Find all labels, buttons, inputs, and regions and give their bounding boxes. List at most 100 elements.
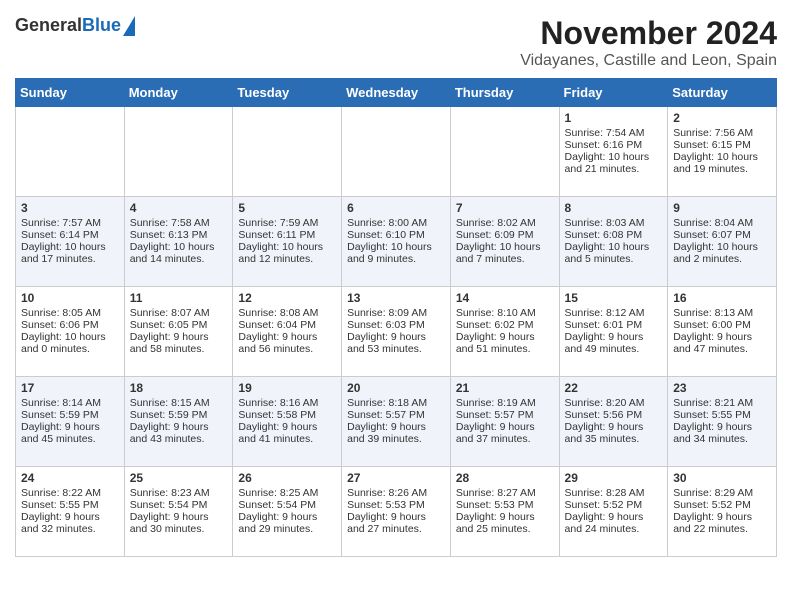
day-number: 28 (456, 471, 554, 485)
calendar-cell (233, 107, 342, 197)
calendar-cell: 14Sunrise: 8:10 AMSunset: 6:02 PMDayligh… (450, 287, 559, 377)
sunset-text: Sunset: 6:07 PM (673, 229, 771, 241)
day-number: 12 (238, 291, 336, 305)
sunrise-text: Sunrise: 8:07 AM (130, 307, 228, 319)
sunrise-text: Sunrise: 8:10 AM (456, 307, 554, 319)
calendar-cell: 17Sunrise: 8:14 AMSunset: 5:59 PMDayligh… (16, 377, 125, 467)
calendar-week-5: 24Sunrise: 8:22 AMSunset: 5:55 PMDayligh… (16, 467, 777, 557)
col-tuesday: Tuesday (233, 79, 342, 107)
calendar-cell: 11 Sunrise: 8:07 AMSunset: 6:05 PMDayligh… (124, 287, 233, 377)
daylight-text: Daylight: 10 hours and 2 minutes. (673, 241, 771, 265)
sunset-text: Sunset: 5:53 PM (347, 499, 445, 511)
daylight-text: Daylight: 10 hours and 14 minutes. (130, 241, 228, 265)
sunrise-text: Sunrise: 8:05 AM (21, 307, 119, 319)
sunrise-text: Sunrise: 7:59 AM (238, 217, 336, 229)
day-number: 21 (456, 381, 554, 395)
calendar-cell (450, 107, 559, 197)
calendar-cell: 24Sunrise: 8:22 AMSunset: 5:55 PMDayligh… (16, 467, 125, 557)
day-number: 30 (673, 471, 771, 485)
page-header: GeneralBlue November 2024 Vidayanes, Cas… (15, 15, 777, 70)
sunrise-text: Sunrise: 8:23 AM (130, 487, 228, 499)
calendar-cell: 20Sunrise: 8:18 AMSunset: 5:57 PMDayligh… (342, 377, 451, 467)
sunset-text: Sunset: 5:59 PM (21, 409, 119, 421)
logo-triangle-icon (123, 16, 135, 36)
logo-general: General (15, 15, 82, 35)
daylight-text: Daylight: 9 hours and 37 minutes. (456, 421, 554, 445)
sunrise-text: Sunrise: 8:08 AM (238, 307, 336, 319)
day-number: 5 (238, 201, 336, 215)
sunset-text: Sunset: 5:57 PM (347, 409, 445, 421)
sunset-text: Sunset: 5:55 PM (673, 409, 771, 421)
day-number: 20 (347, 381, 445, 395)
day-number: 1 (565, 111, 663, 125)
sunset-text: Sunset: 6:13 PM (130, 229, 228, 241)
sunset-text: Sunset: 5:52 PM (673, 499, 771, 511)
day-number: 15 (565, 291, 663, 305)
daylight-text: Daylight: 9 hours and 56 minutes. (238, 331, 336, 355)
sunrise-text: Sunrise: 8:18 AM (347, 397, 445, 409)
sunrise-text: Sunrise: 8:00 AM (347, 217, 445, 229)
daylight-text: Daylight: 10 hours and 5 minutes. (565, 241, 663, 265)
calendar-cell: 10Sunrise: 8:05 AMSunset: 6:06 PMDayligh… (16, 287, 125, 377)
sunset-text: Sunset: 6:06 PM (21, 319, 119, 331)
day-number: 14 (456, 291, 554, 305)
calendar-week-3: 10Sunrise: 8:05 AMSunset: 6:06 PMDayligh… (16, 287, 777, 377)
sunset-text: Sunset: 5:58 PM (238, 409, 336, 421)
calendar-cell: 8Sunrise: 8:03 AMSunset: 6:08 PMDaylight… (559, 197, 668, 287)
sunrise-text: Sunrise: 8:04 AM (673, 217, 771, 229)
daylight-text: Daylight: 10 hours and 7 minutes. (456, 241, 554, 265)
sunrise-text: Sunrise: 8:20 AM (565, 397, 663, 409)
logo: GeneralBlue (15, 15, 135, 36)
day-number: 2 (673, 111, 771, 125)
calendar-cell: 16Sunrise: 8:13 AMSunset: 6:00 PMDayligh… (668, 287, 777, 377)
daylight-text: Daylight: 9 hours and 45 minutes. (21, 421, 119, 445)
sunset-text: Sunset: 5:53 PM (456, 499, 554, 511)
calendar-cell: 23 Sunrise: 8:21 AMSunset: 5:55 PMDayligh… (668, 377, 777, 467)
sunrise-text: Sunrise: 8:21 AM (673, 397, 771, 409)
calendar-cell: 2Sunrise: 7:56 AMSunset: 6:15 PMDaylight… (668, 107, 777, 197)
sunset-text: Sunset: 6:03 PM (347, 319, 445, 331)
sunset-text: Sunset: 6:09 PM (456, 229, 554, 241)
title-area: November 2024 Vidayanes, Castille and Le… (520, 15, 777, 70)
sunset-text: Sunset: 6:05 PM (130, 319, 228, 331)
sunset-text: Sunset: 6:16 PM (565, 139, 663, 151)
day-number: 29 (565, 471, 663, 485)
sunrise-text: Sunrise: 8:26 AM (347, 487, 445, 499)
daylight-text: Daylight: 9 hours and 47 minutes. (673, 331, 771, 355)
daylight-text: Daylight: 9 hours and 34 minutes. (673, 421, 771, 445)
calendar-cell: 26Sunrise: 8:25 AMSunset: 5:54 PMDayligh… (233, 467, 342, 557)
daylight-text: Daylight: 9 hours and 58 minutes. (130, 331, 228, 355)
col-saturday: Saturday (668, 79, 777, 107)
calendar-cell: 25Sunrise: 8:23 AMSunset: 5:54 PMDayligh… (124, 467, 233, 557)
daylight-text: Daylight: 10 hours and 0 minutes. (21, 331, 119, 355)
calendar-cell: 9 Sunrise: 8:04 AMSunset: 6:07 PMDaylight… (668, 197, 777, 287)
daylight-text: Daylight: 9 hours and 53 minutes. (347, 331, 445, 355)
daylight-text: Daylight: 10 hours and 21 minutes. (565, 151, 663, 175)
calendar-cell: 29Sunrise: 8:28 AMSunset: 5:52 PMDayligh… (559, 467, 668, 557)
col-thursday: Thursday (450, 79, 559, 107)
calendar-header-row: Sunday Monday Tuesday Wednesday Thursday… (16, 79, 777, 107)
calendar-cell: 4Sunrise: 7:58 AMSunset: 6:13 PMDaylight… (124, 197, 233, 287)
sunset-text: Sunset: 5:54 PM (130, 499, 228, 511)
sunset-text: Sunset: 6:02 PM (456, 319, 554, 331)
day-number: 24 (21, 471, 119, 485)
day-number: 19 (238, 381, 336, 395)
day-number: 6 (347, 201, 445, 215)
sunrise-text: Sunrise: 7:58 AM (130, 217, 228, 229)
sunrise-text: Sunrise: 8:22 AM (21, 487, 119, 499)
day-number: 22 (565, 381, 663, 395)
calendar-cell (124, 107, 233, 197)
sunset-text: Sunset: 6:04 PM (238, 319, 336, 331)
sunset-text: Sunset: 5:57 PM (456, 409, 554, 421)
sunrise-text: Sunrise: 7:54 AM (565, 127, 663, 139)
day-number: 27 (347, 471, 445, 485)
day-number: 9 (673, 201, 771, 215)
sunrise-text: Sunrise: 8:29 AM (673, 487, 771, 499)
calendar-cell: 13Sunrise: 8:09 AMSunset: 6:03 PMDayligh… (342, 287, 451, 377)
daylight-text: Daylight: 9 hours and 22 minutes. (673, 511, 771, 535)
sunrise-text: Sunrise: 8:13 AM (673, 307, 771, 319)
day-number: 11 (130, 291, 228, 305)
calendar-cell: 3Sunrise: 7:57 AMSunset: 6:14 PMDaylight… (16, 197, 125, 287)
daylight-text: Daylight: 9 hours and 27 minutes. (347, 511, 445, 535)
day-number: 23 (673, 381, 771, 395)
